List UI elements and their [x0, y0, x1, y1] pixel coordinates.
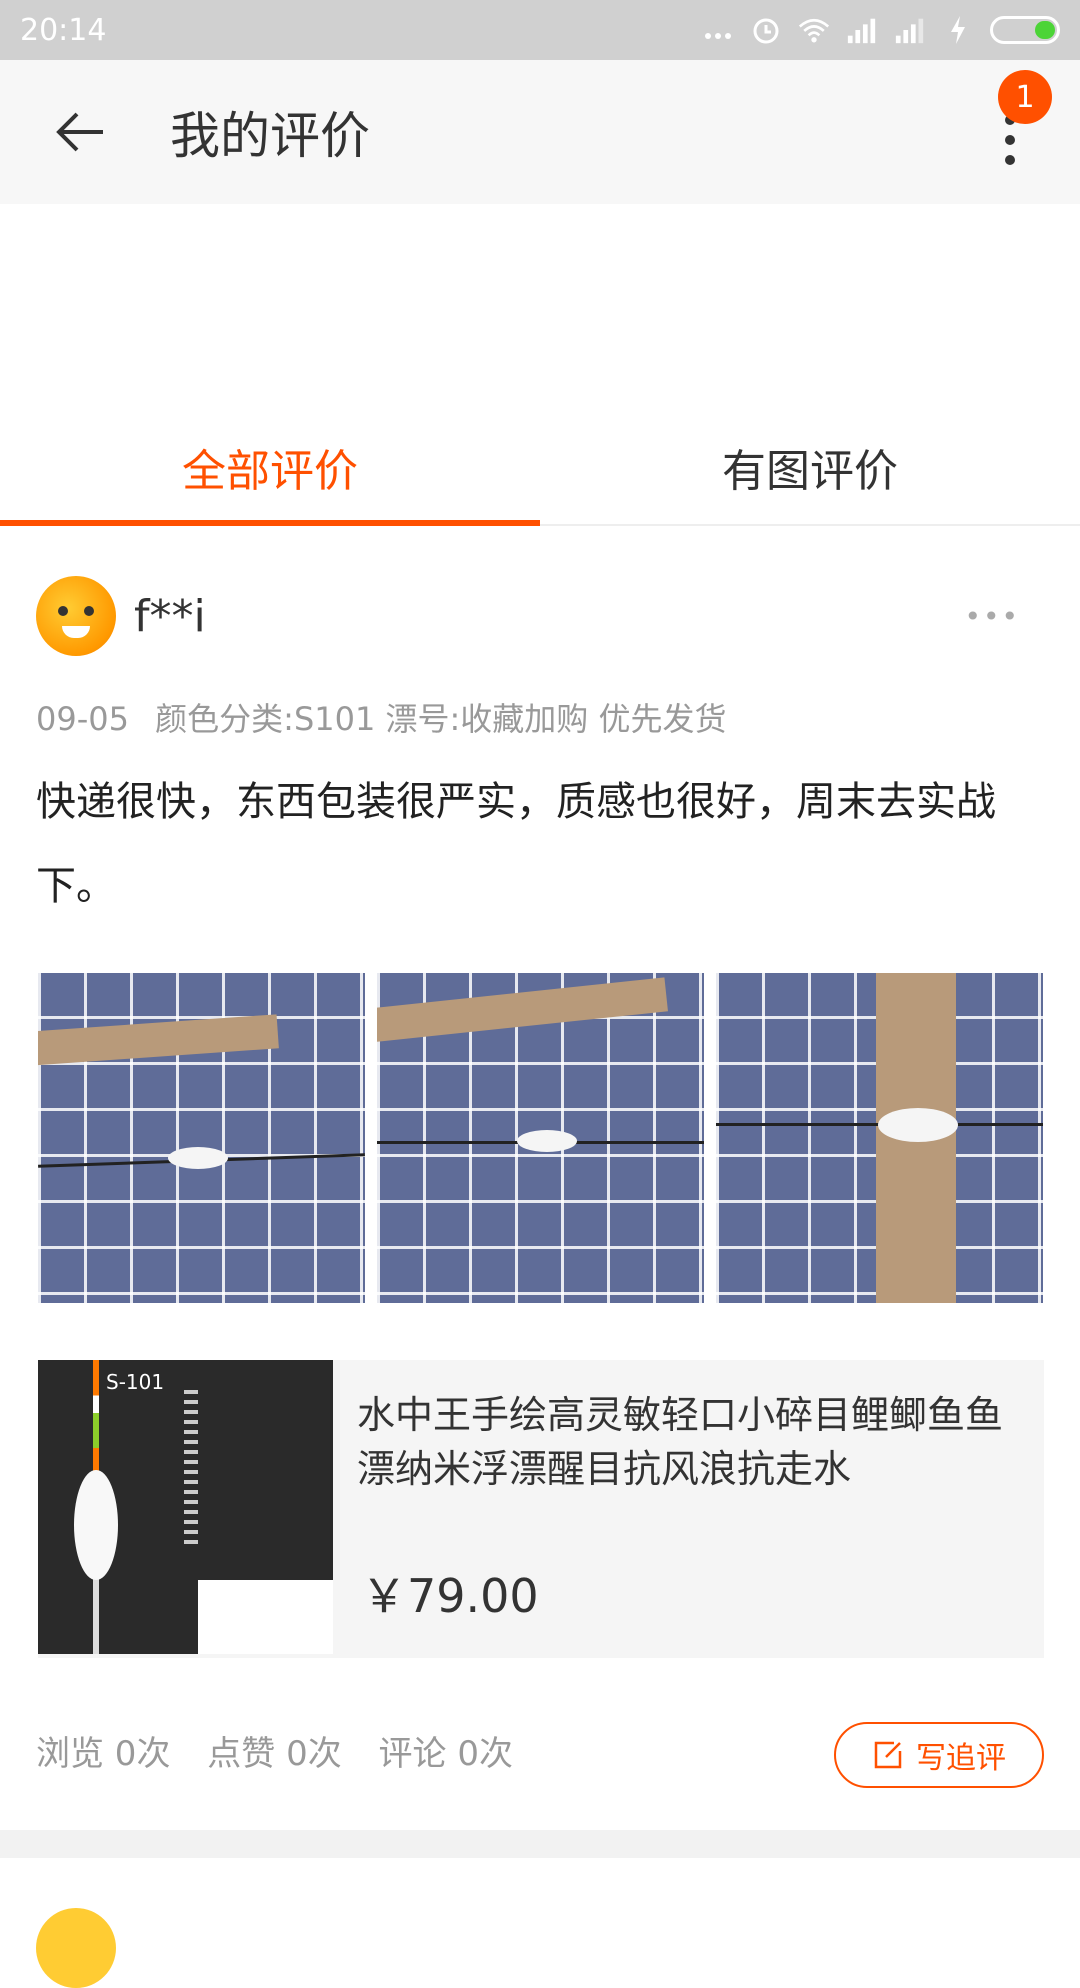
review-meta: 09-05 颜色分类:S101 漂号:收藏加购 优先发货: [36, 694, 726, 740]
avatar[interactable]: [36, 576, 116, 656]
review-stats: 浏览 0次 点赞 0次 评论 0次: [36, 1726, 513, 1775]
review-date: 09-05: [36, 700, 129, 738]
write-followup-button[interactable]: 写追评: [834, 1722, 1044, 1788]
status-icons: [702, 14, 1060, 46]
notification-badge[interactable]: 1: [998, 70, 1052, 124]
write-followup-label: 写追评: [916, 1741, 1006, 1776]
review-tabs: 全部评价 有图评价: [0, 410, 1080, 526]
status-bar: 20:14: [0, 0, 1080, 60]
tab-photo-reviews[interactable]: 有图评价: [540, 410, 1080, 524]
section-divider: [0, 1830, 1080, 1858]
more-dots-icon: [702, 14, 734, 46]
likes-count: 点赞 0次: [207, 1734, 342, 1774]
edit-icon: [874, 1741, 902, 1769]
status-time: 20:14: [20, 12, 107, 48]
wifi-icon: [798, 14, 830, 46]
review-more-icon[interactable]: •••: [964, 600, 1020, 633]
review-photo[interactable]: [38, 973, 365, 1303]
product-card[interactable]: S-101 水中王手绘高灵敏轻口小碎目鲤鲫鱼鱼漂纳米浮漂醒目抗风浪抗走水 ￥79…: [38, 1360, 1044, 1658]
review-photos: [38, 973, 1043, 1303]
page-title: 我的评价: [170, 107, 370, 165]
back-arrow-icon: [56, 112, 103, 152]
username: f**i: [134, 590, 206, 642]
app-bar: 我的评价 1: [0, 60, 1080, 204]
product-image: S-101: [38, 1360, 333, 1654]
product-image-code: S-101: [106, 1370, 165, 1394]
battery-icon: [990, 16, 1060, 44]
signal-icon: [846, 14, 878, 46]
product-price: ￥79.00: [361, 1569, 539, 1623]
review-photo[interactable]: [377, 973, 704, 1303]
review-spec: 颜色分类:S101 漂号:收藏加购 优先发货: [155, 700, 727, 738]
review-photo[interactable]: [716, 973, 1043, 1303]
signal-icon: [894, 14, 926, 46]
review-text: 快递很快，东西包装很严实，质感也很好，周末去实战下。: [36, 779, 996, 909]
alarm-icon: [750, 14, 782, 46]
back-button[interactable]: [40, 92, 120, 172]
comments-count: 评论 0次: [378, 1734, 513, 1774]
user-row: f**i: [36, 576, 206, 656]
avatar[interactable]: [36, 1908, 116, 1988]
product-name: 水中王手绘高灵敏轻口小碎目鲤鲫鱼鱼漂纳米浮漂醒目抗风浪抗走水: [357, 1393, 1004, 1491]
views-count: 浏览 0次: [36, 1734, 171, 1774]
product-info: 水中王手绘高灵敏轻口小碎目鲤鲫鱼鱼漂纳米浮漂醒目抗风浪抗走水 ￥79.00: [333, 1360, 1044, 1658]
tab-all-reviews[interactable]: 全部评价: [0, 410, 540, 526]
charging-icon: [942, 14, 974, 46]
